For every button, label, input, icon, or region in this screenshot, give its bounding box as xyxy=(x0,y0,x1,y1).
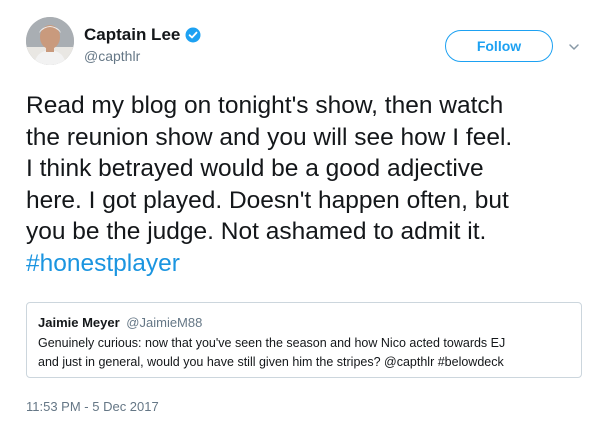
quoted-text-line: and just in general, would you have stil… xyxy=(38,355,504,369)
tweet-text-line: you be the judge. Not ashamed to admit i… xyxy=(26,218,487,245)
author-name-row: Captain Lee xyxy=(84,25,201,45)
person-avatar-icon xyxy=(26,17,74,65)
author-handle[interactable]: @capthlr xyxy=(84,48,201,64)
quoted-author-handle: @JaimieM88 xyxy=(126,315,203,330)
quoted-text-line: Genuinely curious: now that you've seen … xyxy=(38,336,506,350)
tweet-timestamp[interactable]: 11:53 PM - 5 Dec 2017 xyxy=(26,399,159,414)
tweet-text: Read my blog on tonight's show, then wat… xyxy=(26,90,596,279)
hashtag-link[interactable]: #honestplayer xyxy=(26,248,596,280)
author-info: Captain Lee @capthlr xyxy=(84,25,201,64)
chevron-down-icon[interactable] xyxy=(568,41,580,53)
quoted-tweet-text: Genuinely curious: now that you've seen … xyxy=(38,334,573,372)
tweet-card: Captain Lee @capthlr Follow Read my blog… xyxy=(0,0,609,426)
quoted-tweet-header: Jaimie Meyer @JaimieM88 xyxy=(38,315,202,330)
quoted-tweet-card[interactable]: Jaimie Meyer @JaimieM88 Genuinely curiou… xyxy=(26,302,582,378)
tweet-text-line: I think betrayed would be a good adjecti… xyxy=(26,155,484,182)
tweet-text-line: here. I got played. Doesn't happen often… xyxy=(26,186,509,214)
author-avatar[interactable] xyxy=(26,17,74,65)
tweet-text-line: Read my blog on tonight's show, then wat… xyxy=(26,92,504,119)
tweet-text-line: the reunion show and you will see how I … xyxy=(26,123,513,151)
verified-badge-icon xyxy=(185,27,201,43)
quoted-author-name: Jaimie Meyer xyxy=(38,315,120,330)
follow-button[interactable]: Follow xyxy=(445,30,553,62)
author-display-name[interactable]: Captain Lee xyxy=(84,25,180,45)
